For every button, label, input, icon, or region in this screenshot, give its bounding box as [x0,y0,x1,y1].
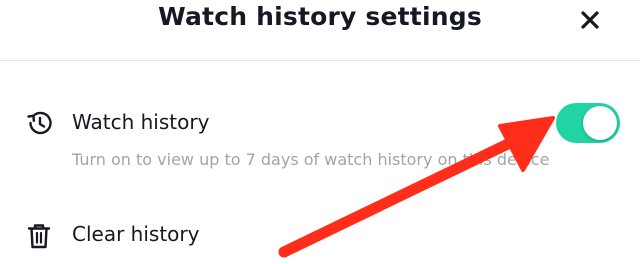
watch-history-label: Watch history [72,110,210,134]
trash-icon [27,224,51,249]
close-button[interactable] [574,4,606,36]
close-icon [581,11,599,29]
toggle-knob [583,106,617,140]
watch-history-settings-panel: Watch history settings Watch history Tur… [0,0,640,264]
panel-title: Watch history settings [158,2,482,31]
history-clock-icon [27,111,52,135]
watch-history-toggle[interactable] [556,103,620,143]
watch-history-description: Turn on to view up to 7 days of watch hi… [72,150,550,169]
clear-history-label: Clear history [72,222,200,246]
panel-header: Watch history settings [0,0,640,61]
